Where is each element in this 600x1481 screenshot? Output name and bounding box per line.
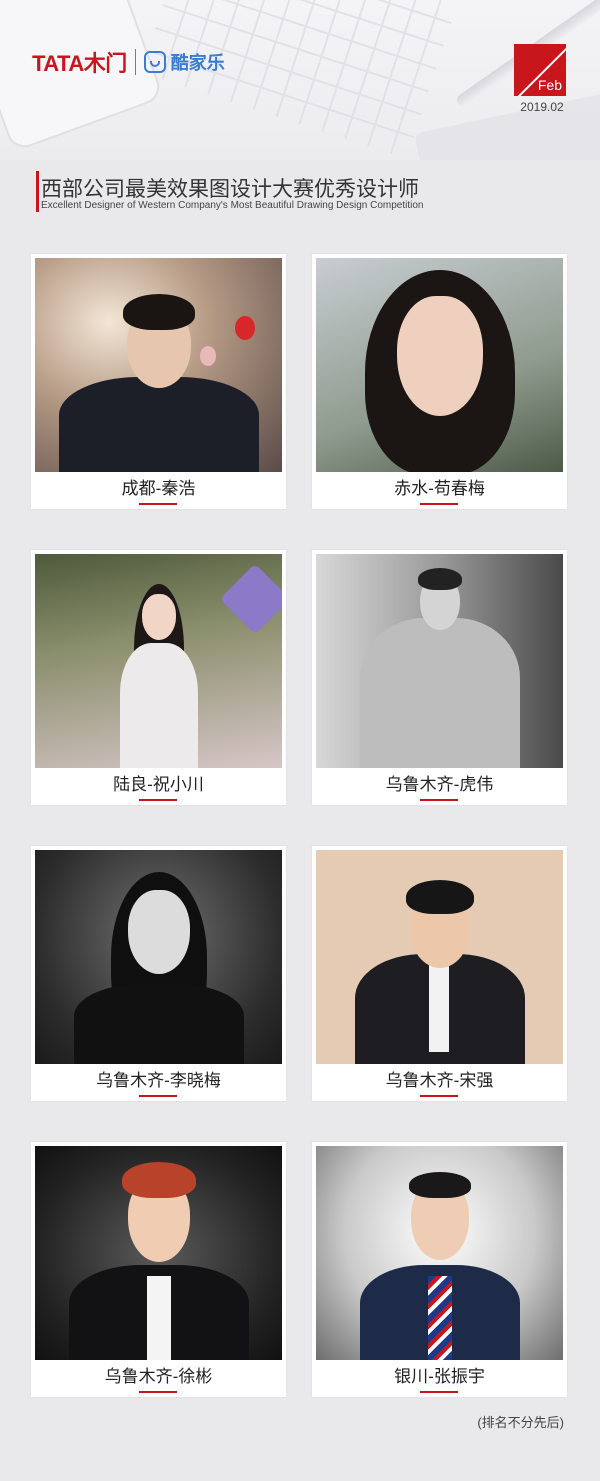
designer-photo: [316, 850, 563, 1064]
designer-photo: [316, 554, 563, 768]
date-label: 2019.02: [520, 100, 564, 114]
designer-card: 乌鲁木齐-李晓梅: [31, 846, 286, 1101]
ranking-footnote: (排名不分先后): [477, 1415, 564, 1430]
caption-underline: [420, 503, 458, 505]
kujiale-logo-text: 酷家乐: [170, 53, 225, 73]
designer-card: 乌鲁木齐-宋强: [312, 846, 567, 1101]
caption-underline: [139, 1391, 177, 1393]
date-badge: Feb 2019.02: [512, 44, 572, 114]
designer-card: 乌鲁木齐-虎伟: [312, 550, 567, 805]
caption-underline: [420, 1095, 458, 1097]
tata-logo-text: TATA木门: [32, 51, 127, 76]
caption-underline: [139, 1095, 177, 1097]
caption-underline: [139, 799, 177, 801]
designer-photo: [35, 850, 282, 1064]
page-title: 西部公司最美效果图设计大赛优秀设计师: [41, 178, 419, 201]
designer-card: 乌鲁木齐-徐彬: [31, 1142, 286, 1397]
designer-card: 赤水-苟春梅: [312, 254, 567, 509]
month-label: Feb: [537, 77, 562, 93]
page-subtitle: Excellent Designer of Western Company's …: [41, 200, 424, 211]
designer-photo: [35, 258, 282, 472]
caption-underline: [139, 503, 177, 505]
designer-card: 陆良-祝小川: [31, 550, 286, 805]
designer-photo: [316, 258, 563, 472]
designer-card: 银川-张振宇: [312, 1142, 567, 1397]
header-background: [0, 0, 600, 160]
designer-card: 成都-秦浩: [31, 254, 286, 509]
designer-photo: [35, 1146, 282, 1360]
title-accent-bar: [36, 171, 39, 212]
laptop-decoration: [414, 88, 600, 160]
month-square: Feb: [514, 44, 566, 96]
caption-underline: [420, 1391, 458, 1393]
designer-photo: [316, 1146, 563, 1360]
logo-divider: [134, 49, 136, 75]
kujiale-icon: [143, 51, 166, 73]
caption-underline: [420, 799, 458, 801]
designer-photo: [35, 554, 282, 768]
brand-logo: TATA木门 酷家乐: [32, 47, 225, 77]
keyboard-decoration: [140, 0, 460, 160]
